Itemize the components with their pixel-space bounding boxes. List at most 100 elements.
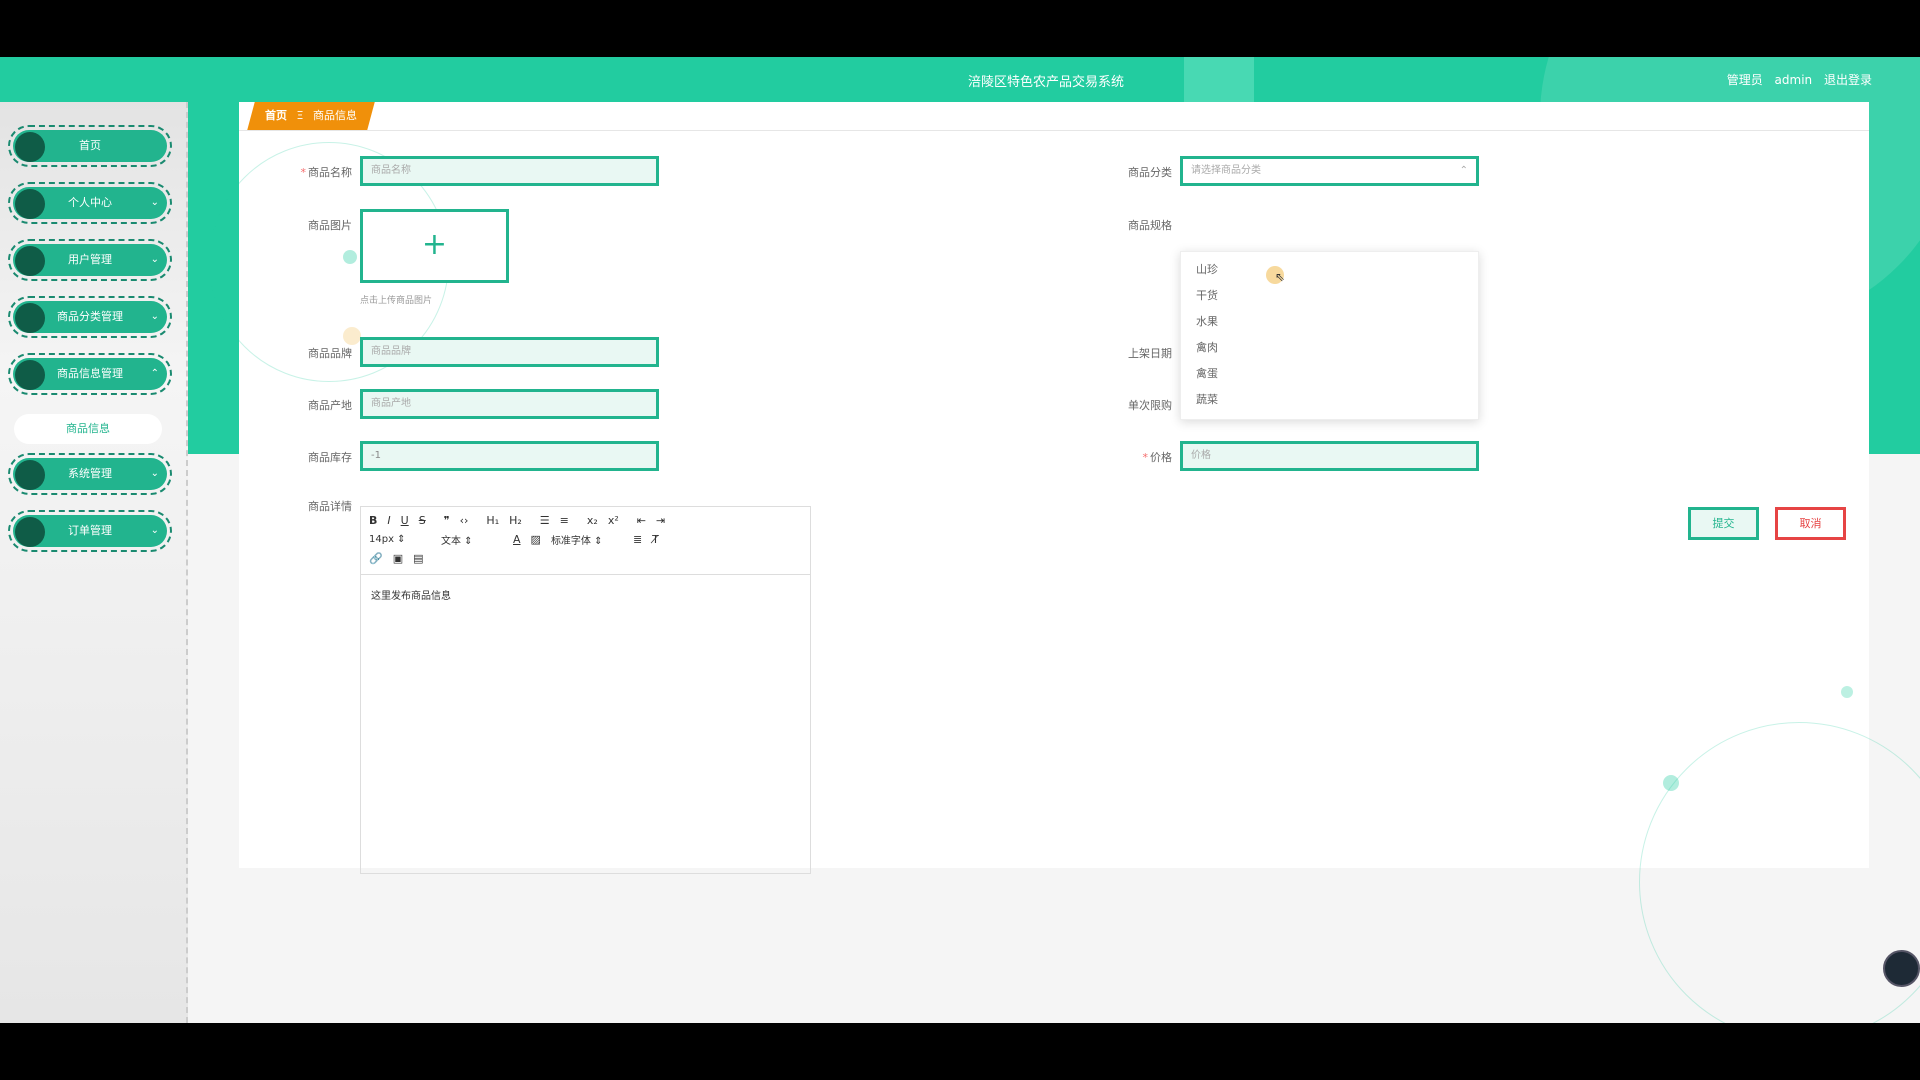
- product-origin-input[interactable]: 商品产地: [360, 389, 659, 419]
- category-select[interactable]: 请选择商品分类 ⌃: [1180, 156, 1479, 186]
- decorative-bubble: [1663, 775, 1679, 791]
- text-style-value: 文本: [441, 536, 461, 547]
- sidebar-item-home[interactable]: 首页: [8, 125, 172, 167]
- top-header: 涪陵区特色农产品交易系统 管理员 admin 退出登录: [0, 57, 1920, 327]
- chevron-down-icon: ⌄: [150, 197, 159, 208]
- price-input[interactable]: 价格: [1180, 441, 1479, 471]
- cancel-button[interactable]: 取消: [1775, 507, 1846, 540]
- dropdown-option[interactable]: 山珍: [1181, 257, 1478, 283]
- ordered-list-icon[interactable]: ☰: [540, 514, 550, 527]
- product-brand-label: 商品品牌: [308, 347, 352, 360]
- h2-icon[interactable]: H₂: [509, 514, 522, 527]
- chevron-up-icon: ⌃: [1459, 165, 1468, 176]
- video-icon[interactable]: ▤: [413, 552, 423, 565]
- decorative-bubble: [343, 250, 357, 264]
- superscript-icon[interactable]: x²: [608, 514, 619, 527]
- menu-dot-icon: [15, 189, 45, 219]
- dropdown-option[interactable]: 禽肉: [1181, 335, 1478, 361]
- chevron-down-icon: ⌄: [150, 525, 159, 536]
- sidebar-item-profile[interactable]: 个人中心 ⌄: [8, 182, 172, 224]
- decorative-bubble: [1841, 686, 1853, 698]
- sidebar-item-product-mgmt[interactable]: 商品信息管理 ⌃: [8, 353, 172, 395]
- dropdown-option[interactable]: 蔬菜: [1181, 387, 1478, 413]
- h1-icon[interactable]: H₁: [486, 514, 499, 527]
- product-name-label-text: 商品名称: [308, 166, 352, 179]
- category-dropdown: 山珍 干货 水果 禽肉 禽蛋 蔬菜: [1180, 251, 1479, 420]
- editor-content[interactable]: 这里发布商品信息: [361, 575, 810, 614]
- link-icon[interactable]: 🔗: [369, 552, 383, 565]
- category-label: 商品分类: [1128, 166, 1172, 179]
- bold-icon[interactable]: B: [369, 514, 377, 527]
- sidebar: 首页 个人中心 ⌄ 用户管理 ⌄ 商品分类管理 ⌄ 商品信息管理 ⌃ 商品信息 系统管理…: [0, 102, 188, 1023]
- chevron-down-icon: ⌄: [150, 311, 159, 322]
- clear-format-icon[interactable]: T̸: [652, 533, 659, 546]
- blockquote-icon[interactable]: ❞: [444, 514, 450, 527]
- strike-icon[interactable]: S: [419, 514, 426, 527]
- sidebar-item-label: 用户管理: [68, 253, 112, 266]
- breadcrumb-current: 商品信息: [312, 109, 357, 122]
- price-label: * 价格: [1052, 449, 1173, 465]
- menu-dot-icon: [15, 460, 45, 490]
- code-icon[interactable]: ‹›: [460, 514, 469, 527]
- bullet-list-icon[interactable]: ≡: [560, 514, 569, 527]
- sidebar-item-label: 订单管理: [68, 524, 112, 537]
- product-stock-label: 商品库存: [308, 451, 352, 464]
- required-mark: *: [300, 166, 307, 179]
- menu-dot-icon: [15, 517, 45, 547]
- submit-button[interactable]: 提交: [1688, 507, 1759, 540]
- menu-dot-icon: [15, 132, 45, 162]
- sidebar-subitem-product-info[interactable]: 商品信息: [14, 414, 162, 444]
- sidebar-item-label: 商品分类管理: [57, 310, 123, 323]
- underline-icon[interactable]: U: [401, 514, 409, 527]
- font-family-select[interactable]: 标准字体 ⇕: [551, 532, 623, 547]
- sidebar-item-system[interactable]: 系统管理 ⌄: [8, 453, 172, 495]
- product-name-label: * 商品名称: [232, 164, 353, 180]
- menu-dot-icon: [15, 246, 45, 276]
- rich-text-editor[interactable]: B I U S ❞ ‹› H₁ H₂ ☰ ≡ x₂ x² ⇤ ⇥ 14px ⇕: [360, 506, 811, 874]
- menu-dot-icon: [15, 360, 45, 390]
- font-family-value: 标准字体: [550, 536, 591, 547]
- sidebar-item-category-mgmt[interactable]: 商品分类管理 ⌄: [8, 296, 172, 338]
- outdent-icon[interactable]: ⇤: [637, 514, 646, 527]
- italic-icon[interactable]: I: [387, 514, 390, 527]
- product-name-input[interactable]: 商品名称: [360, 156, 659, 186]
- upload-tip: 点击上传商品图片: [360, 296, 433, 306]
- dropdown-option[interactable]: 水果: [1181, 309, 1478, 335]
- sidebar-item-label: 系统管理: [68, 467, 112, 480]
- indent-icon[interactable]: ⇥: [656, 514, 665, 527]
- app-window: 涪陵区特色农产品交易系统 管理员 admin 退出登录 首页 个人中心 ⌄ 用户管…: [0, 57, 1920, 1023]
- align-icon[interactable]: ≣: [633, 533, 642, 546]
- sidebar-item-users[interactable]: 用户管理 ⌄: [8, 239, 172, 281]
- menu-dot-icon: [15, 303, 45, 333]
- floating-assistant-icon[interactable]: [1883, 950, 1920, 987]
- font-color-icon[interactable]: A: [513, 533, 521, 546]
- decorative-arc: [1639, 722, 1920, 1023]
- chevron-up-icon: ⌃: [150, 368, 159, 379]
- sidebar-item-label: 个人中心: [68, 196, 112, 209]
- dropdown-option[interactable]: 干货: [1181, 283, 1478, 309]
- dropdown-option[interactable]: 禽蛋: [1181, 361, 1478, 387]
- breadcrumb-home[interactable]: 首页: [265, 109, 287, 122]
- plus-icon: +: [421, 227, 448, 262]
- main-panel: 首页 Ξ 商品信息 * 商品名称 商品名称 商品图片 + 点击上传商品图片 商品品…: [209, 102, 1920, 1023]
- divider: [239, 130, 1869, 131]
- logout-link[interactable]: 退出登录: [1824, 73, 1872, 87]
- listing-date-label: 上架日期: [1128, 347, 1172, 360]
- background-color-icon[interactable]: ▨: [531, 533, 541, 546]
- decorative-bubble: [343, 327, 361, 345]
- user-name: admin: [1774, 73, 1813, 87]
- image-icon[interactable]: ▣: [393, 552, 403, 565]
- sidebar-item-label: 商品信息管理: [57, 367, 123, 380]
- sidebar-item-label: 首页: [79, 139, 101, 152]
- product-stock-input[interactable]: -1: [360, 441, 659, 471]
- subscript-icon[interactable]: x₂: [587, 514, 598, 527]
- font-size-select[interactable]: 14px ⇕: [369, 534, 431, 545]
- text-style-select[interactable]: 文本 ⇕: [441, 532, 503, 547]
- breadcrumb: 首页 Ξ 商品信息: [247, 102, 375, 130]
- user-area: 管理员 admin 退出登录: [1719, 71, 1872, 88]
- product-origin-label: 商品产地: [308, 399, 352, 412]
- product-brand-input[interactable]: 商品品牌: [360, 337, 659, 367]
- image-upload[interactable]: +: [360, 209, 509, 283]
- sidebar-item-orders[interactable]: 订单管理 ⌄: [8, 510, 172, 552]
- required-mark: *: [1142, 451, 1149, 464]
